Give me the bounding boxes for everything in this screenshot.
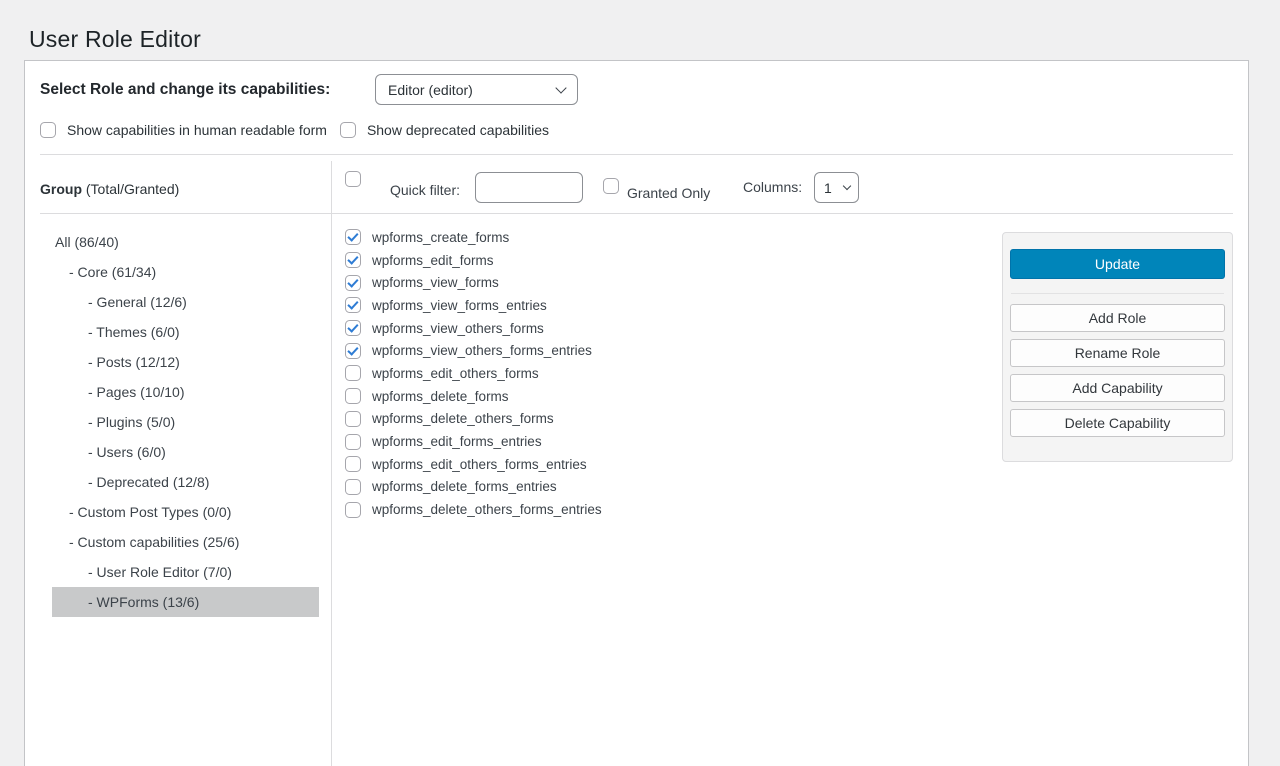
quick-filter-input[interactable]	[475, 172, 583, 203]
group-header-suffix: (Total/Granted)	[82, 181, 179, 197]
group-tree-item[interactable]: - Custom capabilities (25/6)	[52, 527, 319, 557]
group-tree-item[interactable]: - Pages (10/10)	[52, 377, 319, 407]
group-tree-item[interactable]: - WPForms (13/6)	[52, 587, 319, 617]
capability-row: wpforms_view_forms	[345, 271, 602, 294]
capability-row: wpforms_edit_others_forms_entries	[345, 453, 602, 476]
role-selector-label: Select Role and change its capabilities:	[40, 81, 330, 99]
divider	[40, 213, 1233, 214]
human-readable-label: Show capabilities in human readable form	[67, 122, 327, 138]
columns-label: Columns:	[743, 179, 802, 195]
group-tree-item[interactable]: - Custom Post Types (0/0)	[52, 497, 319, 527]
capability-row: wpforms_view_others_forms_entries	[345, 339, 602, 362]
capability-checkbox[interactable]	[345, 275, 361, 291]
capability-label: wpforms_delete_others_forms_entries	[372, 502, 602, 517]
user-role-editor-panel: Select Role and change its capabilities:…	[24, 60, 1249, 766]
capability-label: wpforms_view_forms	[372, 275, 499, 290]
capability-checkbox[interactable]	[345, 434, 361, 450]
capability-label: wpforms_edit_others_forms_entries	[372, 457, 587, 472]
granted-only-checkbox[interactable]	[603, 178, 619, 194]
chevron-down-icon	[555, 82, 566, 93]
capability-row: wpforms_create_forms	[345, 226, 602, 249]
capability-row: wpforms_delete_forms	[345, 385, 602, 408]
capability-row: wpforms_edit_others_forms	[345, 362, 602, 385]
capability-row: wpforms_delete_others_forms_entries	[345, 498, 602, 521]
capability-checkbox[interactable]	[345, 320, 361, 336]
capability-row: wpforms_delete_forms_entries	[345, 476, 602, 499]
human-readable-checkbox[interactable]	[40, 122, 56, 138]
group-column-header: Group (Total/Granted)	[40, 181, 179, 197]
capability-checkbox[interactable]	[345, 388, 361, 404]
capability-label: wpforms_edit_forms_entries	[372, 434, 542, 449]
capability-checkbox[interactable]	[345, 343, 361, 359]
add-role-button[interactable]: Add Role	[1010, 304, 1225, 332]
capability-label: wpforms_edit_others_forms	[372, 366, 539, 381]
capability-checkbox[interactable]	[345, 365, 361, 381]
group-header-title: Group	[40, 181, 82, 197]
capability-row: wpforms_edit_forms	[345, 249, 602, 272]
capability-label: wpforms_view_forms_entries	[372, 298, 547, 313]
group-tree-item[interactable]: - Deprecated (12/8)	[52, 467, 319, 497]
column-divider	[331, 161, 332, 766]
group-tree-item[interactable]: All (86/40)	[52, 227, 319, 257]
columns-select-value: 1	[824, 180, 832, 196]
group-tree-item[interactable]: - Users (6/0)	[52, 437, 319, 467]
role-select-value: Editor (editor)	[388, 82, 473, 98]
capability-label: wpforms_delete_others_forms	[372, 411, 554, 426]
capability-label: wpforms_edit_forms	[372, 253, 494, 268]
chevron-down-icon	[843, 181, 851, 189]
delete-capability-button[interactable]: Delete Capability	[1010, 409, 1225, 437]
granted-only-label: Granted Only	[627, 185, 710, 201]
rename-role-button[interactable]: Rename Role	[1010, 339, 1225, 367]
capability-label: wpforms_delete_forms_entries	[372, 479, 557, 494]
capability-label: wpforms_view_others_forms_entries	[372, 343, 592, 358]
quick-filter-label: Quick filter:	[390, 182, 460, 198]
update-button[interactable]: Update	[1010, 249, 1225, 279]
capability-checkbox[interactable]	[345, 229, 361, 245]
capability-checkbox[interactable]	[345, 297, 361, 313]
group-tree-item[interactable]: - Themes (6/0)	[52, 317, 319, 347]
group-tree-item[interactable]: - Plugins (5/0)	[52, 407, 319, 437]
display-options-row: Show capabilities in human readable form…	[40, 122, 549, 138]
groups-tree: All (86/40)- Core (61/34)- General (12/6…	[52, 227, 319, 617]
capability-checkbox[interactable]	[345, 411, 361, 427]
capability-checkbox[interactable]	[345, 502, 361, 518]
group-tree-item[interactable]: - Core (61/34)	[52, 257, 319, 287]
capability-label: wpforms_delete_forms	[372, 389, 509, 404]
capability-label: wpforms_create_forms	[372, 230, 509, 245]
divider	[1011, 293, 1224, 294]
add-capability-button[interactable]: Add Capability	[1010, 374, 1225, 402]
actions-panel: Update Add Role Rename Role Add Capability…	[1002, 232, 1233, 462]
deprecated-checkbox[interactable]	[340, 122, 356, 138]
deprecated-label: Show deprecated capabilities	[367, 122, 549, 138]
role-select[interactable]: Editor (editor)	[375, 74, 578, 105]
capability-row: wpforms_view_others_forms	[345, 317, 602, 340]
select-all-checkbox[interactable]	[345, 171, 361, 187]
group-tree-item[interactable]: - User Role Editor (7/0)	[52, 557, 319, 587]
page-title: User Role Editor	[29, 26, 201, 53]
group-tree-item[interactable]: - General (12/6)	[52, 287, 319, 317]
capability-checkbox[interactable]	[345, 479, 361, 495]
capability-row: wpforms_edit_forms_entries	[345, 430, 602, 453]
divider	[40, 154, 1233, 155]
capability-checkbox[interactable]	[345, 456, 361, 472]
capability-row: wpforms_delete_others_forms	[345, 408, 602, 431]
capability-label: wpforms_view_others_forms	[372, 321, 544, 336]
group-tree-item[interactable]: - Posts (12/12)	[52, 347, 319, 377]
columns-select[interactable]: 1	[814, 172, 859, 203]
capability-checkbox[interactable]	[345, 252, 361, 268]
capabilities-list: wpforms_create_forms wpforms_edit_formswp…	[345, 226, 602, 521]
capability-row: wpforms_view_forms_entries	[345, 294, 602, 317]
